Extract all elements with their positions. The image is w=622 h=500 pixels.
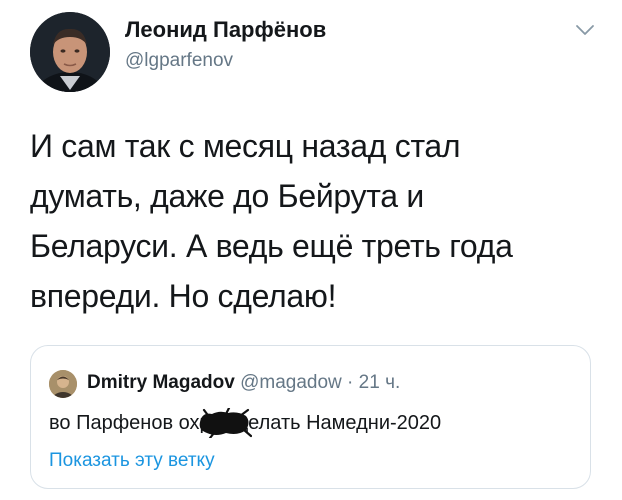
tweet-view: Леонид Парфёнов @lgparfenov И сам так с … [0,0,622,500]
quoted-author-photo [49,370,77,398]
quoted-author-name[interactable]: Dmitry Magadov [87,372,235,393]
tweet-text-line: думать, даже до Бейрута и [30,178,424,214]
tweet-text: И сам так с месяц назад стал думать, даж… [30,121,590,321]
author-name[interactable]: Леонид Парфёнов [125,17,326,43]
author-handle[interactable]: @lgparfenov [125,50,233,72]
quoted-author-avatar[interactable] [49,370,77,398]
quoted-tweet-card[interactable]: Dmitry Magadov @magadow · 21 ч. во Парфе… [30,345,591,489]
author-avatar[interactable] [30,12,110,92]
show-thread-link[interactable]: Показать эту ветку [49,450,215,472]
quoted-text-after: т делать Намедни-2020 [221,412,442,434]
quoted-tweet-header: Dmitry Magadov @magadow · 21 ч. [87,372,400,394]
quoted-tweet-time[interactable]: 21 ч. [359,372,401,393]
redacted-word: ре [199,408,252,438]
header-separator: · [347,372,354,393]
quoted-author-handle[interactable]: @magadow [240,372,342,393]
quoted-tweet-text: во Парфенов охре т делать Намедни-2020 [49,408,442,438]
author-photo [30,12,110,92]
tweet-text-line: И сам так с месяц назад стал [30,128,461,164]
tweet-text-line: Беларуси. А ведь ещё треть года [30,228,513,264]
chevron-down-icon[interactable] [574,22,596,38]
tweet-text-line: впереди. Но сделаю! [30,278,337,314]
redaction-blot [199,408,252,438]
quoted-text-before: во Парфенов ох [49,412,200,434]
